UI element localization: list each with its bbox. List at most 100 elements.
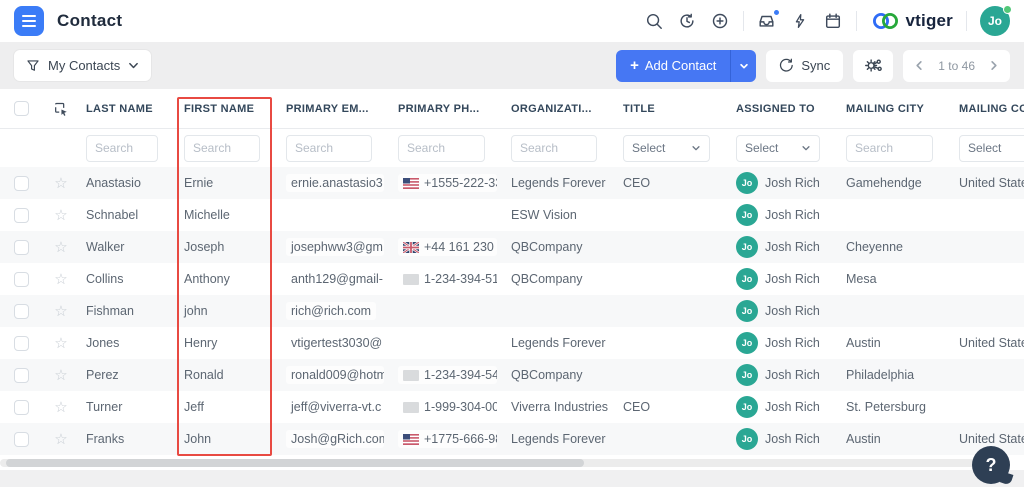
user-avatar[interactable]: Jo bbox=[980, 6, 1010, 36]
column-header-primary-phone[interactable]: PRIMARY PH... bbox=[392, 103, 505, 115]
primary-phone-value[interactable]: +44 161 230 20 bbox=[398, 238, 497, 256]
favorite-star-icon[interactable]: ☆ bbox=[54, 432, 67, 447]
next-page-button[interactable] bbox=[988, 60, 999, 71]
filter-mailing-city-input[interactable] bbox=[846, 135, 933, 162]
filter-email-input[interactable] bbox=[286, 135, 372, 162]
organization-value[interactable]: QBCompany bbox=[511, 240, 583, 254]
primary-email-value[interactable]: Josh@gRich.com bbox=[286, 430, 384, 448]
first-name-value[interactable]: Ernie bbox=[184, 176, 213, 190]
row-checkbox[interactable] bbox=[14, 304, 29, 319]
last-name-value[interactable]: Collins bbox=[86, 272, 124, 286]
quick-actions-icon[interactable] bbox=[790, 11, 810, 31]
prev-page-button[interactable] bbox=[914, 60, 925, 71]
table-row[interactable]: ☆ Turner Jeff jeff@viverra-vt.c 1-999-30… bbox=[0, 391, 1024, 423]
last-name-value[interactable]: Perez bbox=[86, 368, 119, 382]
primary-email-value[interactable]: jeff@viverra-vt.c bbox=[286, 398, 384, 416]
filter-first-name-input[interactable] bbox=[184, 135, 260, 162]
last-name-value[interactable]: Schnabel bbox=[86, 208, 138, 222]
organization-value[interactable]: Viverra Industries bbox=[511, 400, 608, 414]
last-name-value[interactable]: Turner bbox=[86, 400, 122, 414]
horizontal-scrollbar[interactable] bbox=[0, 459, 1010, 467]
first-name-value[interactable]: Jeff bbox=[184, 400, 204, 414]
filter-phone-input[interactable] bbox=[398, 135, 485, 162]
add-contact-dropdown-toggle[interactable] bbox=[730, 50, 756, 82]
primary-phone-value[interactable]: 1-234-394-51 bbox=[398, 270, 497, 288]
favorite-star-icon[interactable]: ☆ bbox=[54, 208, 67, 223]
primary-email-value[interactable]: anth129@gmail- bbox=[286, 270, 384, 288]
row-checkbox[interactable] bbox=[14, 336, 29, 351]
column-header-primary-email[interactable]: PRIMARY EM... bbox=[280, 103, 392, 115]
row-checkbox[interactable] bbox=[14, 240, 29, 255]
add-contact-button[interactable]: + Add Contact bbox=[616, 50, 730, 82]
column-header-organization[interactable]: ORGANIZATI... bbox=[505, 103, 617, 115]
primary-email-value[interactable]: ronald009@hotm bbox=[286, 366, 384, 384]
column-header-mailing-country[interactable]: MAILING CO bbox=[953, 103, 1024, 115]
filter-title-select[interactable]: Select bbox=[623, 135, 710, 162]
table-row[interactable]: ☆ Schnabel Michelle ESW Vision Jo Josh R… bbox=[0, 199, 1024, 231]
first-name-value[interactable]: john bbox=[184, 304, 208, 318]
favorite-star-icon[interactable]: ☆ bbox=[54, 176, 67, 191]
filter-last-name-input[interactable] bbox=[86, 135, 158, 162]
row-checkbox[interactable] bbox=[14, 176, 29, 191]
table-row[interactable]: ☆ Fishman john rich@rich.com Jo Josh Ric… bbox=[0, 295, 1024, 327]
last-name-value[interactable]: Jones bbox=[86, 336, 119, 350]
last-name-value[interactable]: Fishman bbox=[86, 304, 134, 318]
row-checkbox[interactable] bbox=[14, 368, 29, 383]
last-name-value[interactable]: Franks bbox=[86, 432, 124, 446]
row-checkbox[interactable] bbox=[14, 432, 29, 447]
primary-email-value[interactable]: vtigertest3030@ bbox=[286, 334, 384, 352]
organization-value[interactable]: Legends Forever bbox=[511, 432, 606, 446]
column-header-assigned-to[interactable]: ASSIGNED TO bbox=[730, 103, 840, 115]
primary-phone-value[interactable]: +1555-222-33 bbox=[398, 174, 497, 192]
list-settings-button[interactable] bbox=[853, 50, 893, 82]
first-name-value[interactable]: Ronald bbox=[184, 368, 224, 382]
primary-phone-value[interactable]: 1-234-394-54 bbox=[398, 366, 497, 384]
table-row[interactable]: ☆ Collins Anthony anth129@gmail- 1-234-3… bbox=[0, 263, 1024, 295]
help-button[interactable]: ? bbox=[972, 446, 1010, 484]
table-row[interactable]: ☆ Franks John Josh@gRich.com +1775-666-9… bbox=[0, 423, 1024, 455]
filter-assigned-to-select[interactable]: Select bbox=[736, 135, 820, 162]
column-header-last-name[interactable]: LAST NAME bbox=[80, 103, 178, 115]
filter-organization-input[interactable] bbox=[511, 135, 597, 162]
table-row[interactable]: ☆ Jones Henry vtigertest3030@ Legends Fo… bbox=[0, 327, 1024, 359]
favorite-star-icon[interactable]: ☆ bbox=[54, 304, 67, 319]
favorite-star-icon[interactable]: ☆ bbox=[54, 240, 67, 255]
row-checkbox[interactable] bbox=[14, 272, 29, 287]
organization-value[interactable]: Legends Forever bbox=[511, 176, 606, 190]
add-new-icon[interactable] bbox=[710, 11, 730, 31]
favorite-star-icon[interactable]: ☆ bbox=[54, 272, 67, 287]
search-icon[interactable] bbox=[644, 11, 664, 31]
first-name-value[interactable]: Michelle bbox=[184, 208, 230, 222]
inbox-icon[interactable] bbox=[757, 11, 777, 31]
calendar-icon[interactable] bbox=[823, 11, 843, 31]
organization-value[interactable]: ESW Vision bbox=[511, 208, 577, 222]
primary-phone-value[interactable]: +1775-666-98 bbox=[398, 430, 497, 448]
column-header-mailing-city[interactable]: MAILING CITY bbox=[840, 103, 953, 115]
vtiger-logo[interactable]: vtiger bbox=[870, 10, 954, 32]
first-name-value[interactable]: Anthony bbox=[184, 272, 230, 286]
history-icon[interactable] bbox=[677, 11, 697, 31]
organization-value[interactable]: QBCompany bbox=[511, 272, 583, 286]
primary-email-value[interactable]: rich@rich.com bbox=[286, 302, 376, 320]
column-header-title[interactable]: TITLE bbox=[617, 103, 730, 115]
favorite-star-icon[interactable]: ☆ bbox=[54, 400, 67, 415]
first-name-value[interactable]: Henry bbox=[184, 336, 217, 350]
horizontal-scrollbar-thumb[interactable] bbox=[6, 459, 584, 467]
organization-value[interactable]: Legends Forever bbox=[511, 336, 606, 350]
favorite-star-icon[interactable]: ☆ bbox=[54, 368, 67, 383]
primary-email-value[interactable]: ernie.anastasio3 bbox=[286, 174, 384, 192]
organization-value[interactable]: QBCompany bbox=[511, 368, 583, 382]
sync-button[interactable]: Sync bbox=[766, 50, 843, 82]
primary-phone-value[interactable]: 1-999-304-00 bbox=[398, 398, 497, 416]
select-all-checkbox[interactable] bbox=[14, 101, 29, 116]
last-name-value[interactable]: Walker bbox=[86, 240, 124, 254]
favorite-star-icon[interactable]: ☆ bbox=[54, 336, 67, 351]
row-checkbox[interactable] bbox=[14, 400, 29, 415]
hamburger-menu-icon[interactable] bbox=[14, 6, 44, 36]
first-name-value[interactable]: John bbox=[184, 432, 211, 446]
column-header-first-name[interactable]: FIRST NAME bbox=[178, 103, 280, 115]
row-checkbox[interactable] bbox=[14, 208, 29, 223]
filter-mailing-country-select[interactable]: Select bbox=[959, 135, 1024, 162]
table-row[interactable]: ☆ Walker Joseph josephww3@gm +44 161 230… bbox=[0, 231, 1024, 263]
list-filter-dropdown[interactable]: My Contacts bbox=[14, 50, 151, 81]
